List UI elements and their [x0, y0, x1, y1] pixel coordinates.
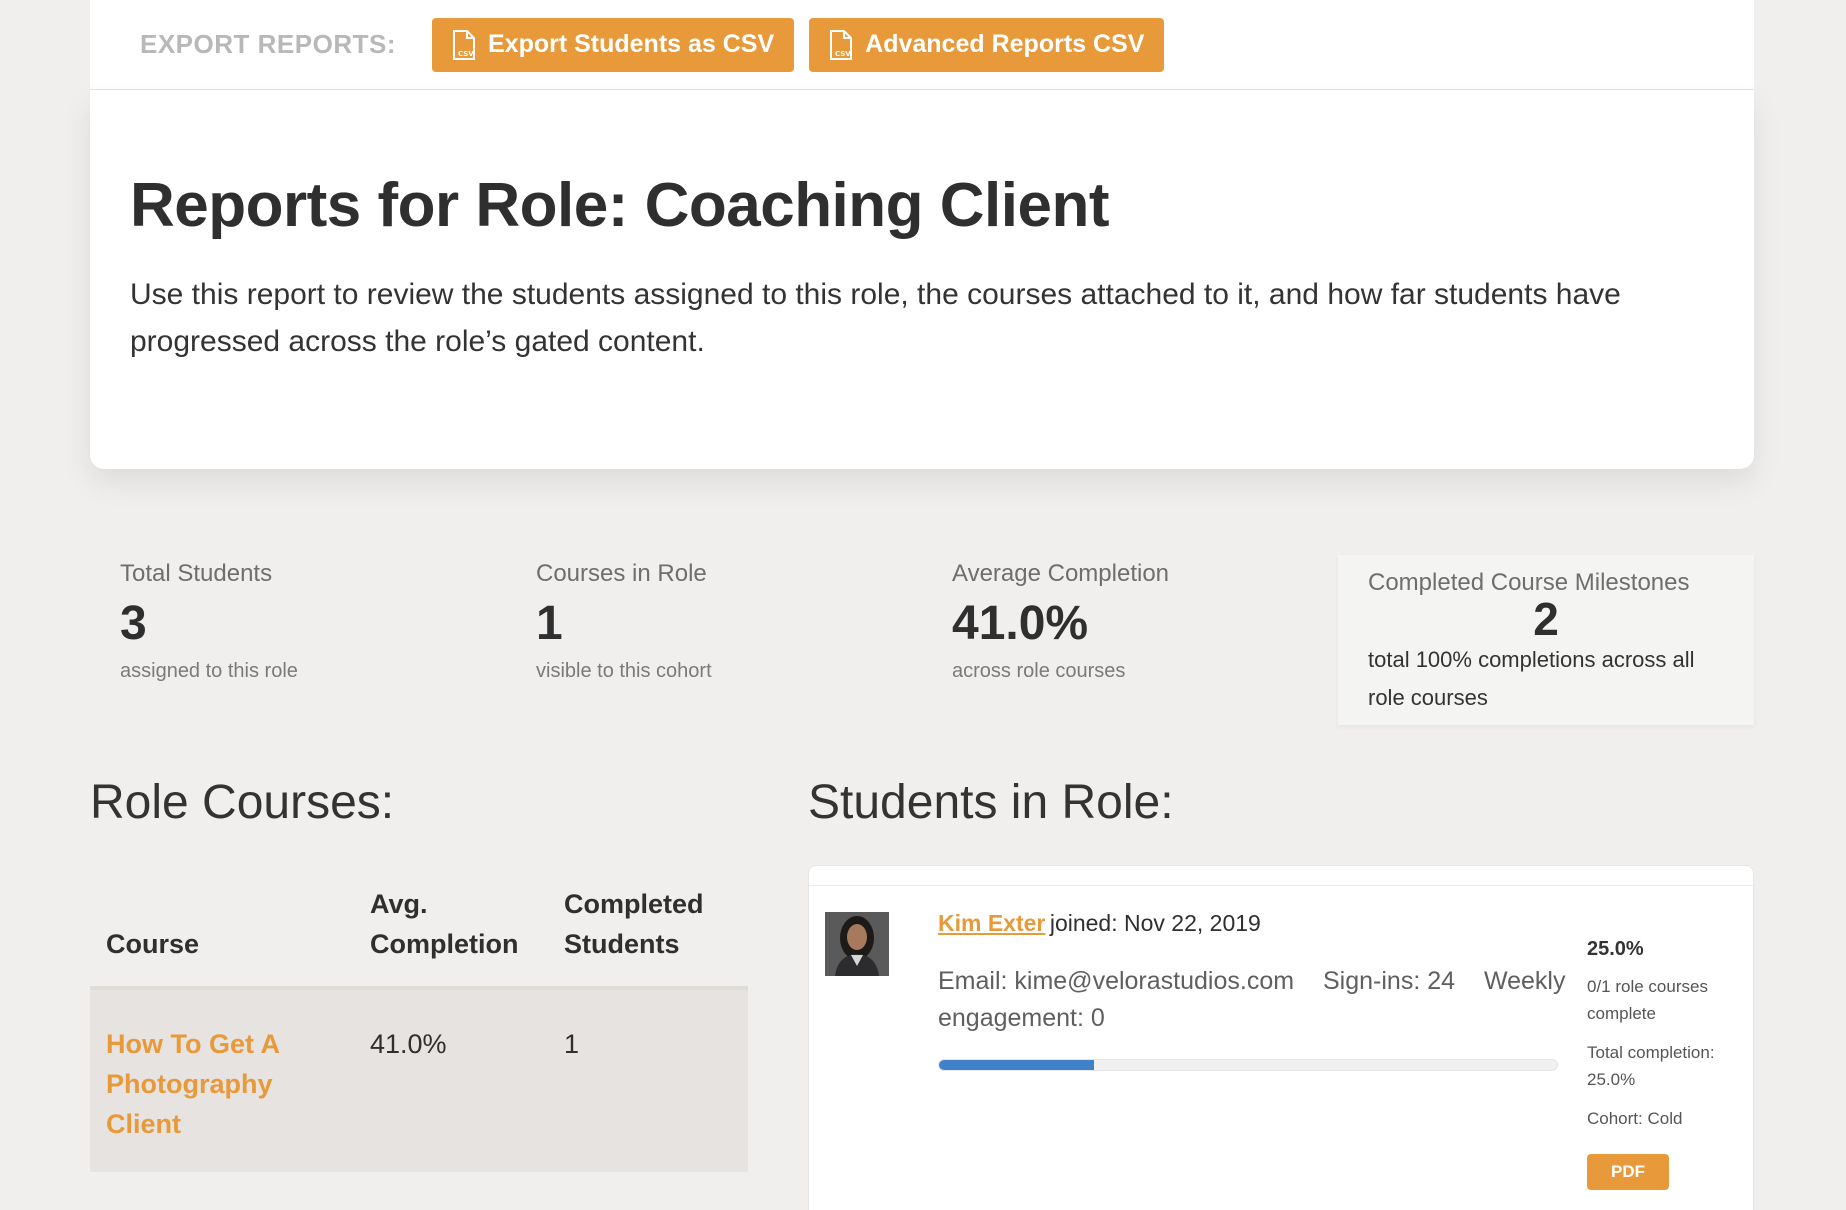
stat-value: 41.0%: [952, 597, 1089, 650]
role-courses-heading: Role Courses:: [90, 776, 395, 829]
course-cell: How To Get A Photography Client: [90, 988, 354, 1172]
student-progress-fill: [939, 1060, 1094, 1070]
stat-sub: across role courses: [952, 660, 1126, 682]
student-total-completion: Total completion: 25.0%: [1587, 1043, 1715, 1089]
course-link[interactable]: How To Get A Photography Client: [106, 1029, 279, 1139]
role-courses-table: Course Avg. Completion Completed Student…: [90, 870, 748, 1172]
stat-value: 3: [120, 597, 147, 650]
page-title: Reports for Role: Coaching Client: [130, 171, 1109, 240]
student-photo-icon: [825, 912, 889, 976]
students-in-role-heading: Students in Role:: [808, 776, 1174, 829]
stat-sub: visible to this cohort: [536, 660, 712, 682]
student-joined: joined: Nov 22, 2019: [1049, 910, 1261, 936]
table-row: How To Get A Photography Client 41.0% 1: [90, 988, 748, 1172]
student-details: Kim Exter joined: Nov 22, 2019 Email: ki…: [938, 910, 1568, 1071]
stat-sub: assigned to this role: [120, 660, 298, 682]
student-progress-bar: [938, 1059, 1558, 1071]
card-top-divider: [809, 866, 1753, 886]
advanced-reports-csv-label: Advanced Reports CSV: [865, 30, 1145, 58]
student-completion-percent: 25.0%: [1587, 938, 1644, 960]
page: EXPORT REPORTS: CSV Export Students as C…: [0, 0, 1846, 1210]
hero-card: Reports for Role: Coaching Client Use th…: [90, 90, 1754, 469]
stat-label: Average Completion: [952, 560, 1170, 587]
student-card: Kim Exter joined: Nov 22, 2019 Email: ki…: [808, 865, 1754, 1210]
stat-completed-milestones: Completed Course Milestones 2 total 100%…: [1338, 555, 1754, 725]
student-summary: 25.0% 0/1 role courses complete Total co…: [1587, 938, 1737, 1190]
column-header-course: Course: [90, 870, 354, 990]
student-meta: Email: kime@velorastudios.com Sign-ins: …: [938, 963, 1568, 1037]
student-name-link[interactable]: Kim Exter: [938, 910, 1045, 936]
student-courses-complete: 0/1 role courses complete: [1587, 977, 1708, 1023]
csv-file-icon: CSV: [452, 29, 475, 60]
student-signins: Sign-ins: 24: [1323, 967, 1456, 995]
stat-average-completion: Average Completion 41.0% across role cou…: [952, 560, 1332, 683]
avatar: [825, 912, 889, 976]
svg-text:CSV: CSV: [835, 50, 851, 58]
stat-value: 2: [1533, 593, 1559, 645]
avg-completion-cell: 41.0%: [354, 988, 548, 1172]
stat-label: Total Students: [120, 560, 273, 587]
export-bar: EXPORT REPORTS: CSV Export Students as C…: [90, 0, 1754, 90]
completed-students-cell: 1: [548, 988, 748, 1172]
stat-label: Courses in Role: [536, 560, 707, 587]
column-header-avg-completion: Avg. Completion: [354, 870, 548, 990]
stat-courses-in-role: Courses in Role 1 visible to this cohort: [536, 560, 916, 683]
stat-value: 1: [536, 597, 563, 650]
export-students-csv-button[interactable]: CSV Export Students as CSV: [431, 17, 795, 72]
stat-sub: total 100% completions across all role c…: [1368, 647, 1695, 710]
table-header-row: Course Avg. Completion Completed Student…: [90, 870, 748, 990]
stat-total-students: Total Students 3 assigned to this role: [120, 560, 500, 683]
student-email: Email: kime@velorastudios.com: [938, 967, 1295, 995]
csv-file-icon: CSV: [830, 29, 853, 60]
advanced-reports-csv-button[interactable]: CSV Advanced Reports CSV: [809, 17, 1165, 72]
page-description: Use this report to review the students a…: [130, 278, 1621, 358]
student-cohort: Cohort: Cold: [1587, 1109, 1683, 1128]
export-students-csv-label: Export Students as CSV: [487, 30, 775, 58]
export-reports-label: EXPORT REPORTS:: [140, 29, 396, 59]
svg-text:CSV: CSV: [458, 50, 474, 58]
pdf-button[interactable]: PDF: [1587, 1154, 1669, 1190]
column-header-completed-students: Completed Students: [548, 870, 748, 990]
